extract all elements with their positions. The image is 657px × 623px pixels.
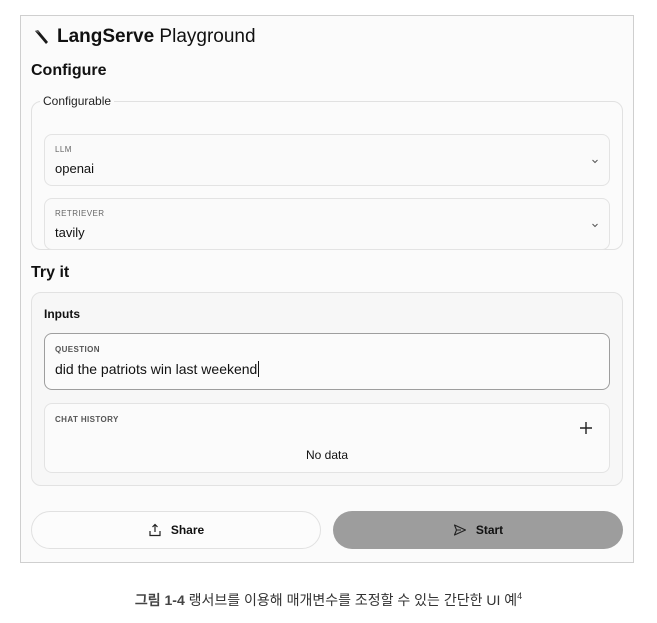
figure-label: 그림 1-4 <box>134 592 185 608</box>
configurable-group: Configurable LLM openai RETRIEVER tavily <box>31 94 623 250</box>
start-button[interactable]: Start <box>333 511 623 549</box>
app-title: LangServe Playground <box>57 26 256 47</box>
send-icon <box>453 524 466 536</box>
chat-history-field: CHAT HISTORY No data <box>44 403 610 473</box>
footnote-marker: 4 <box>517 591 523 601</box>
configurable-legend: Configurable <box>43 94 112 108</box>
share-button[interactable]: Share <box>31 511 321 549</box>
llm-value: openai <box>55 161 95 176</box>
question-label: QUESTION <box>55 345 100 354</box>
llm-select[interactable]: LLM openai <box>44 134 610 186</box>
question-value[interactable]: did the patriots win last weekend <box>55 361 257 377</box>
text-caret <box>258 361 259 377</box>
caption-text: 랭서브를 이용해 매개변수를 조정할 수 있는 간단한 UI 예 <box>184 592 518 608</box>
retriever-select[interactable]: RETRIEVER tavily <box>44 198 610 250</box>
question-input[interactable]: QUESTION did the patriots win last weeke… <box>44 333 610 390</box>
inputs-title: Inputs <box>44 307 80 321</box>
retriever-label: RETRIEVER <box>55 209 105 218</box>
playground-window: LangServe Playground Configure Configura… <box>20 15 634 563</box>
configure-heading: Configure <box>31 62 107 79</box>
retriever-value: tavily <box>55 225 85 240</box>
inputs-card: Inputs QUESTION did the patriots win las… <box>31 292 623 486</box>
langchain-parrot-icon <box>35 30 48 44</box>
try-it-heading: Try it <box>31 264 70 281</box>
chevron-down-icon <box>592 159 598 164</box>
chevron-down-icon <box>592 223 598 228</box>
share-icon <box>149 523 161 537</box>
llm-label: LLM <box>55 145 72 154</box>
start-label: Start <box>475 523 504 537</box>
plus-icon[interactable] <box>579 421 593 435</box>
share-label: Share <box>170 523 205 537</box>
figure-caption: 그림 1-4 랭서브를 이용해 매개변수를 조정할 수 있는 간단한 UI 예4 <box>0 590 657 610</box>
chat-history-label: CHAT HISTORY <box>55 415 119 424</box>
chat-history-empty: No data <box>305 448 349 462</box>
app-header: LangServe Playground <box>33 26 256 48</box>
